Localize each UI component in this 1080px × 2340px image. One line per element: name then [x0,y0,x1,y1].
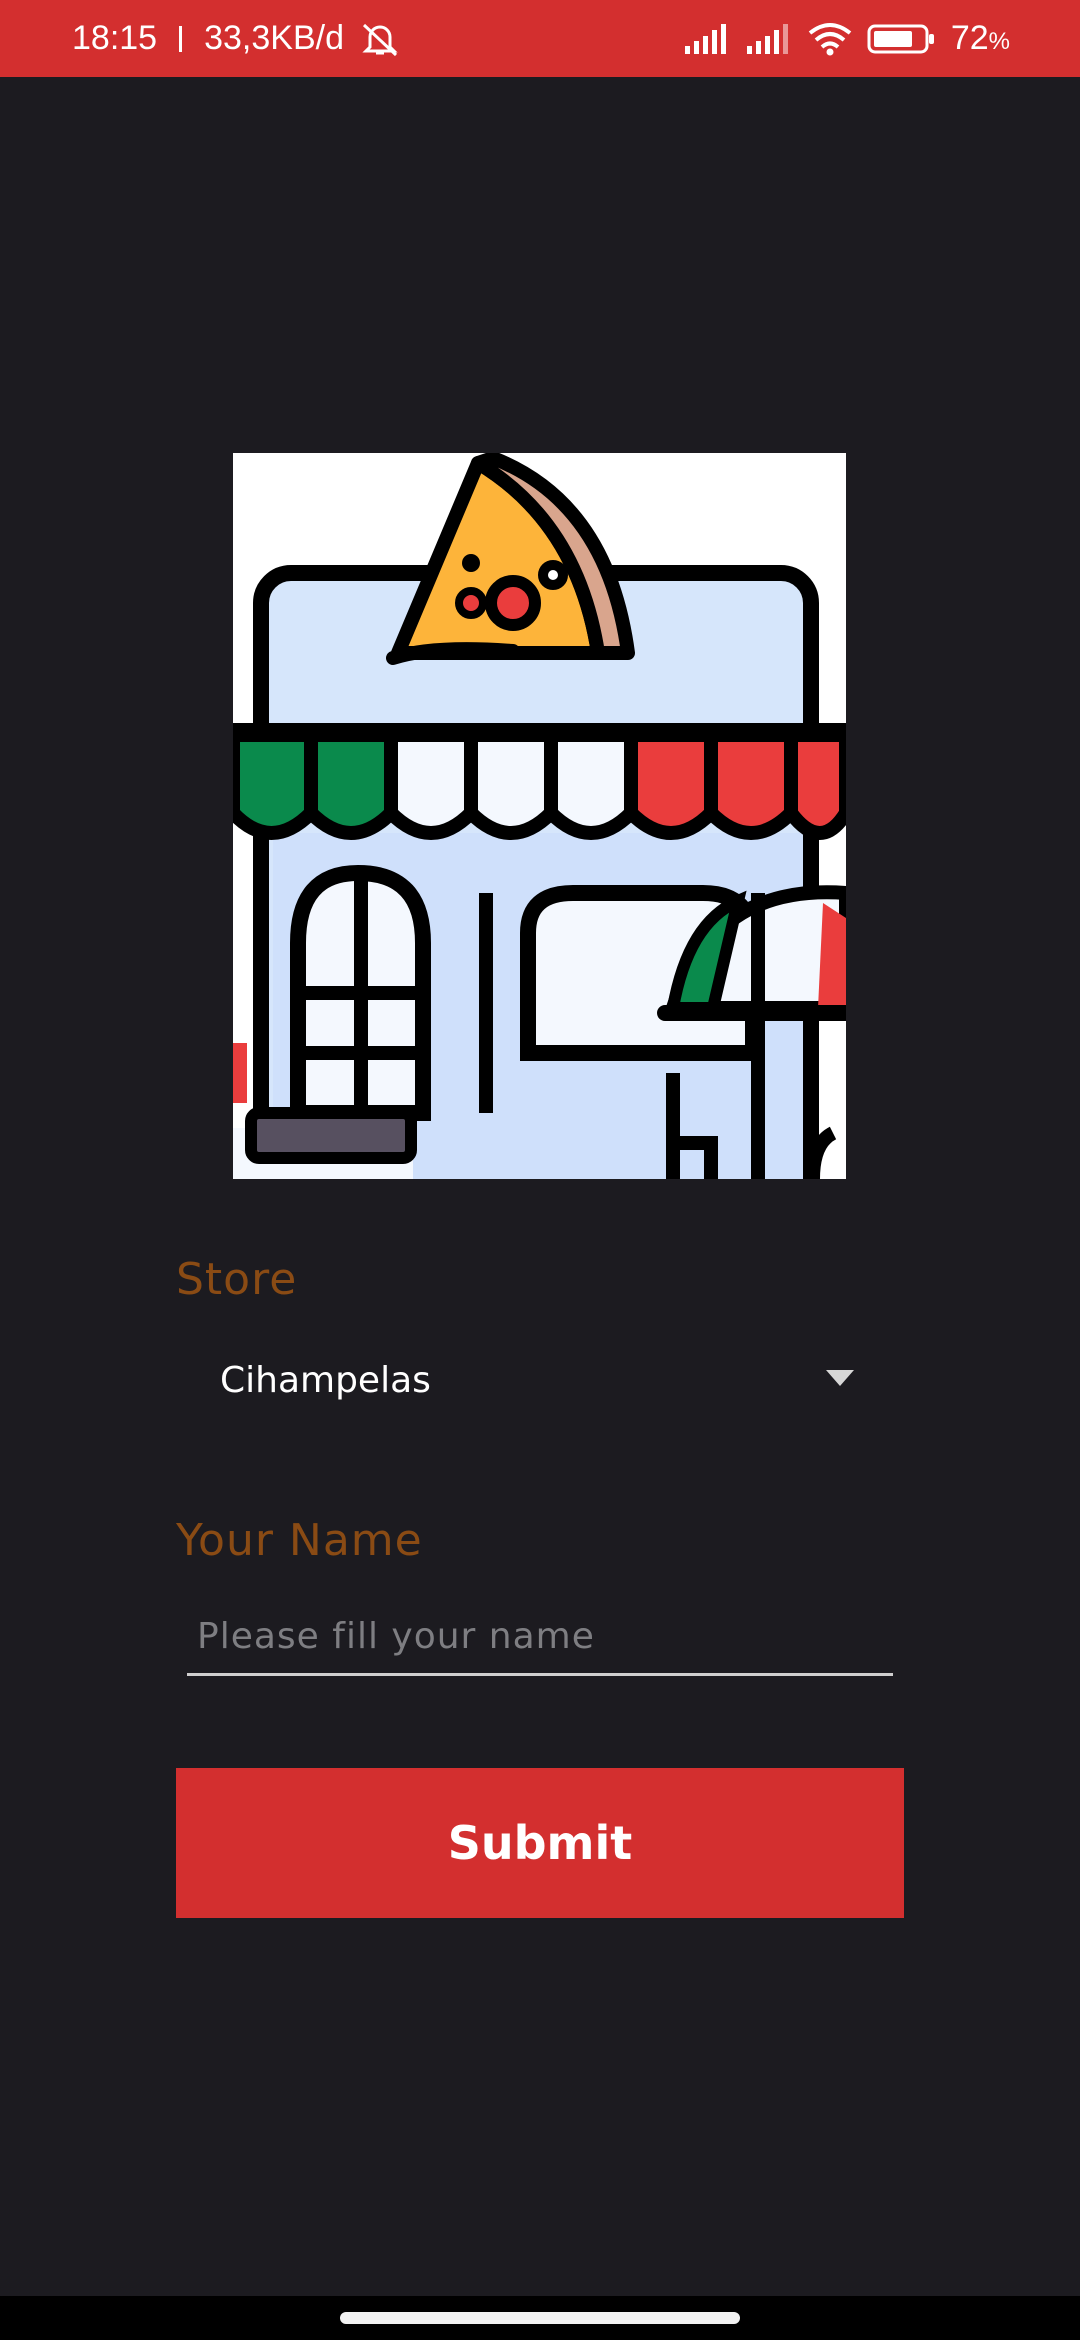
submit-button[interactable]: Submit [176,1768,904,1918]
status-bar: 18:15 33,3KB/d 72% [0,0,1080,77]
name-label: Your Name [176,1515,423,1566]
battery-level: 72% [951,19,1010,58]
battery-percent: 72 [950,19,989,57]
status-time: 18:15 [72,19,158,57]
signal-icon [745,22,793,56]
dropdown-arrow-icon [826,1370,854,1386]
store-selected-value: Cihampelas [220,1359,431,1401]
status-divider [179,25,183,52]
mute-icon [358,19,402,59]
signal-icon [683,22,731,56]
status-network-speed: 33,3KB/d [204,19,344,57]
battery-icon [867,22,937,56]
home-indicator[interactable] [340,2312,740,2324]
status-right: 72% [683,0,1010,77]
name-input[interactable] [187,1600,893,1676]
status-left: 18:15 33,3KB/d [72,0,402,77]
battery-unit: % [988,28,1010,55]
navigation-bar [0,2296,1080,2340]
store-illustration [233,453,846,1179]
store-label: Store [176,1254,298,1305]
store-dropdown[interactable]: Cihampelas [176,1340,876,1420]
wifi-icon [807,21,853,57]
